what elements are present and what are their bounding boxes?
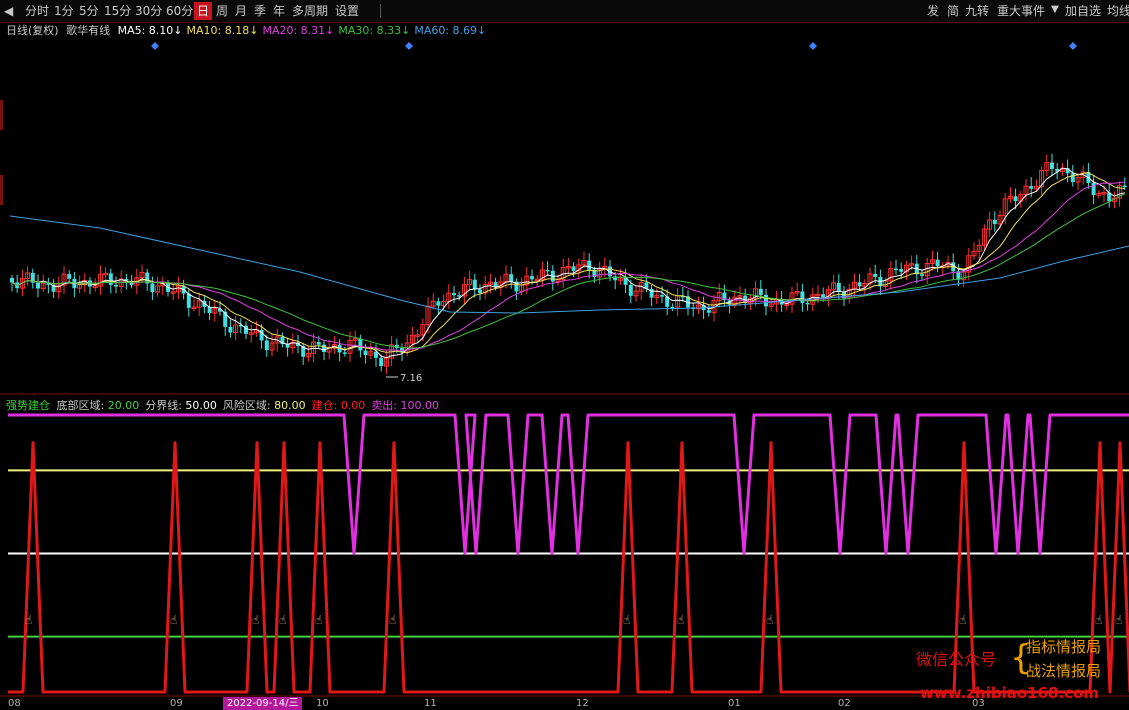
hand-icon: ☝ [677, 613, 684, 627]
candle-body [660, 295, 664, 297]
candle-body [706, 310, 711, 313]
candle-body [899, 268, 904, 272]
candle-body [264, 340, 269, 351]
candle-body [628, 284, 633, 296]
x-axis-label: 09 [170, 698, 183, 709]
watermark-site: www.zhibiao168.com [920, 684, 1100, 702]
hand-icon: ☝ [279, 613, 286, 627]
candle-body [186, 293, 191, 308]
candle-body [472, 279, 477, 290]
candle-body [452, 293, 456, 296]
candle-body [150, 283, 155, 293]
candle-body [935, 259, 940, 267]
candle-body [108, 273, 113, 285]
indicator-params: 底部区域: 20.00 分界线: 50.00 风险区域: 80.00 建仓: 0.00… [57, 399, 446, 412]
candle-body [10, 278, 14, 283]
watermark-line1: 指标情报局 [1026, 638, 1102, 656]
candle-body [1029, 186, 1034, 189]
candle-body [836, 282, 841, 292]
indicator-info-line: 强势建仓 底部区域: 20.00 分界线: 50.00 风险区域: 80.00 建仓:… [6, 398, 448, 414]
candle-body [478, 289, 482, 293]
watermark-line2: 战法情报局 [1026, 662, 1102, 680]
candle-body [36, 282, 40, 289]
hand-icon: ☝ [315, 613, 322, 627]
candle-body [436, 301, 441, 306]
hand-icon: ☝ [766, 613, 773, 627]
x-axis-label: 01 [728, 698, 741, 709]
indicator-param-4: 卖出: 100.00 [371, 399, 440, 412]
hand-icon: ☝ [1115, 613, 1122, 627]
diamond-marker [405, 42, 413, 50]
candle-body [764, 294, 768, 307]
indicator-param-3: 建仓: 0.00 [311, 399, 366, 412]
hand-icon: ☝ [1095, 613, 1102, 627]
candle-body [342, 352, 347, 354]
hand-icon: ☝ [170, 613, 177, 627]
candle-body [857, 282, 862, 287]
hand-icon: ☝ [959, 613, 966, 627]
candle-body [587, 260, 592, 270]
candle-body [244, 325, 248, 334]
x-axis-label: 12 [576, 698, 589, 709]
candle-body [1050, 162, 1054, 169]
candle-body [509, 274, 514, 282]
candle-body [758, 288, 763, 295]
candle-body [821, 294, 826, 298]
candle-body [457, 295, 462, 297]
selected-date-badge: 2022-09-14/三 [223, 697, 303, 710]
candle-body [316, 342, 321, 345]
x-axis-label: 11 [424, 698, 437, 709]
indicator-param-0: 底部区域: 20.00 [56, 399, 140, 412]
hand-icon: ☝ [25, 613, 32, 627]
candle-body [805, 302, 810, 305]
kline-chart[interactable]: 7.16 ☝ ☝ ☝ ☝ ☝ ☝ ☝ ☝ ☝ ☝ ☝ ☝ [0, 0, 1129, 697]
candle-body [114, 284, 118, 287]
x-axis-label: 08 [8, 698, 21, 709]
watermark-wechat: 微信公众号 [916, 650, 997, 669]
hand-icon: ☝ [252, 613, 259, 627]
diamond-marker [151, 42, 159, 50]
candle-body [920, 274, 924, 276]
candle-body [1122, 185, 1127, 188]
x-axis-label: 02 [838, 698, 851, 709]
candle-body [363, 350, 368, 356]
candle-body [207, 306, 212, 314]
diamond-marker [809, 42, 817, 50]
candle-body [894, 268, 898, 271]
low-price-label: 7.16 [400, 373, 422, 384]
candle-body [530, 276, 534, 280]
x-axis-label: 10 [316, 698, 329, 709]
candle-body [67, 274, 72, 279]
candle-body [571, 266, 576, 271]
candle-body [992, 219, 997, 224]
candle-body [379, 357, 384, 367]
indicator-param-2: 风险区域: 80.00 [222, 399, 306, 412]
ma60-line [9, 215, 1129, 314]
hand-icon: ☝ [389, 613, 396, 627]
indicator-param-1: 分界线: 50.00 [145, 399, 217, 412]
candle-body [1013, 196, 1018, 202]
candle-body [322, 344, 326, 352]
candle-body [358, 338, 363, 351]
candle-body [228, 326, 233, 333]
candle-body [545, 269, 550, 272]
candle-body [873, 273, 878, 277]
candle-body [1091, 182, 1096, 196]
candle-body [1070, 173, 1075, 183]
hand-icon: ☝ [623, 613, 630, 627]
diamond-marker [1069, 42, 1077, 50]
indicator-title: 强势建仓 [6, 399, 50, 412]
